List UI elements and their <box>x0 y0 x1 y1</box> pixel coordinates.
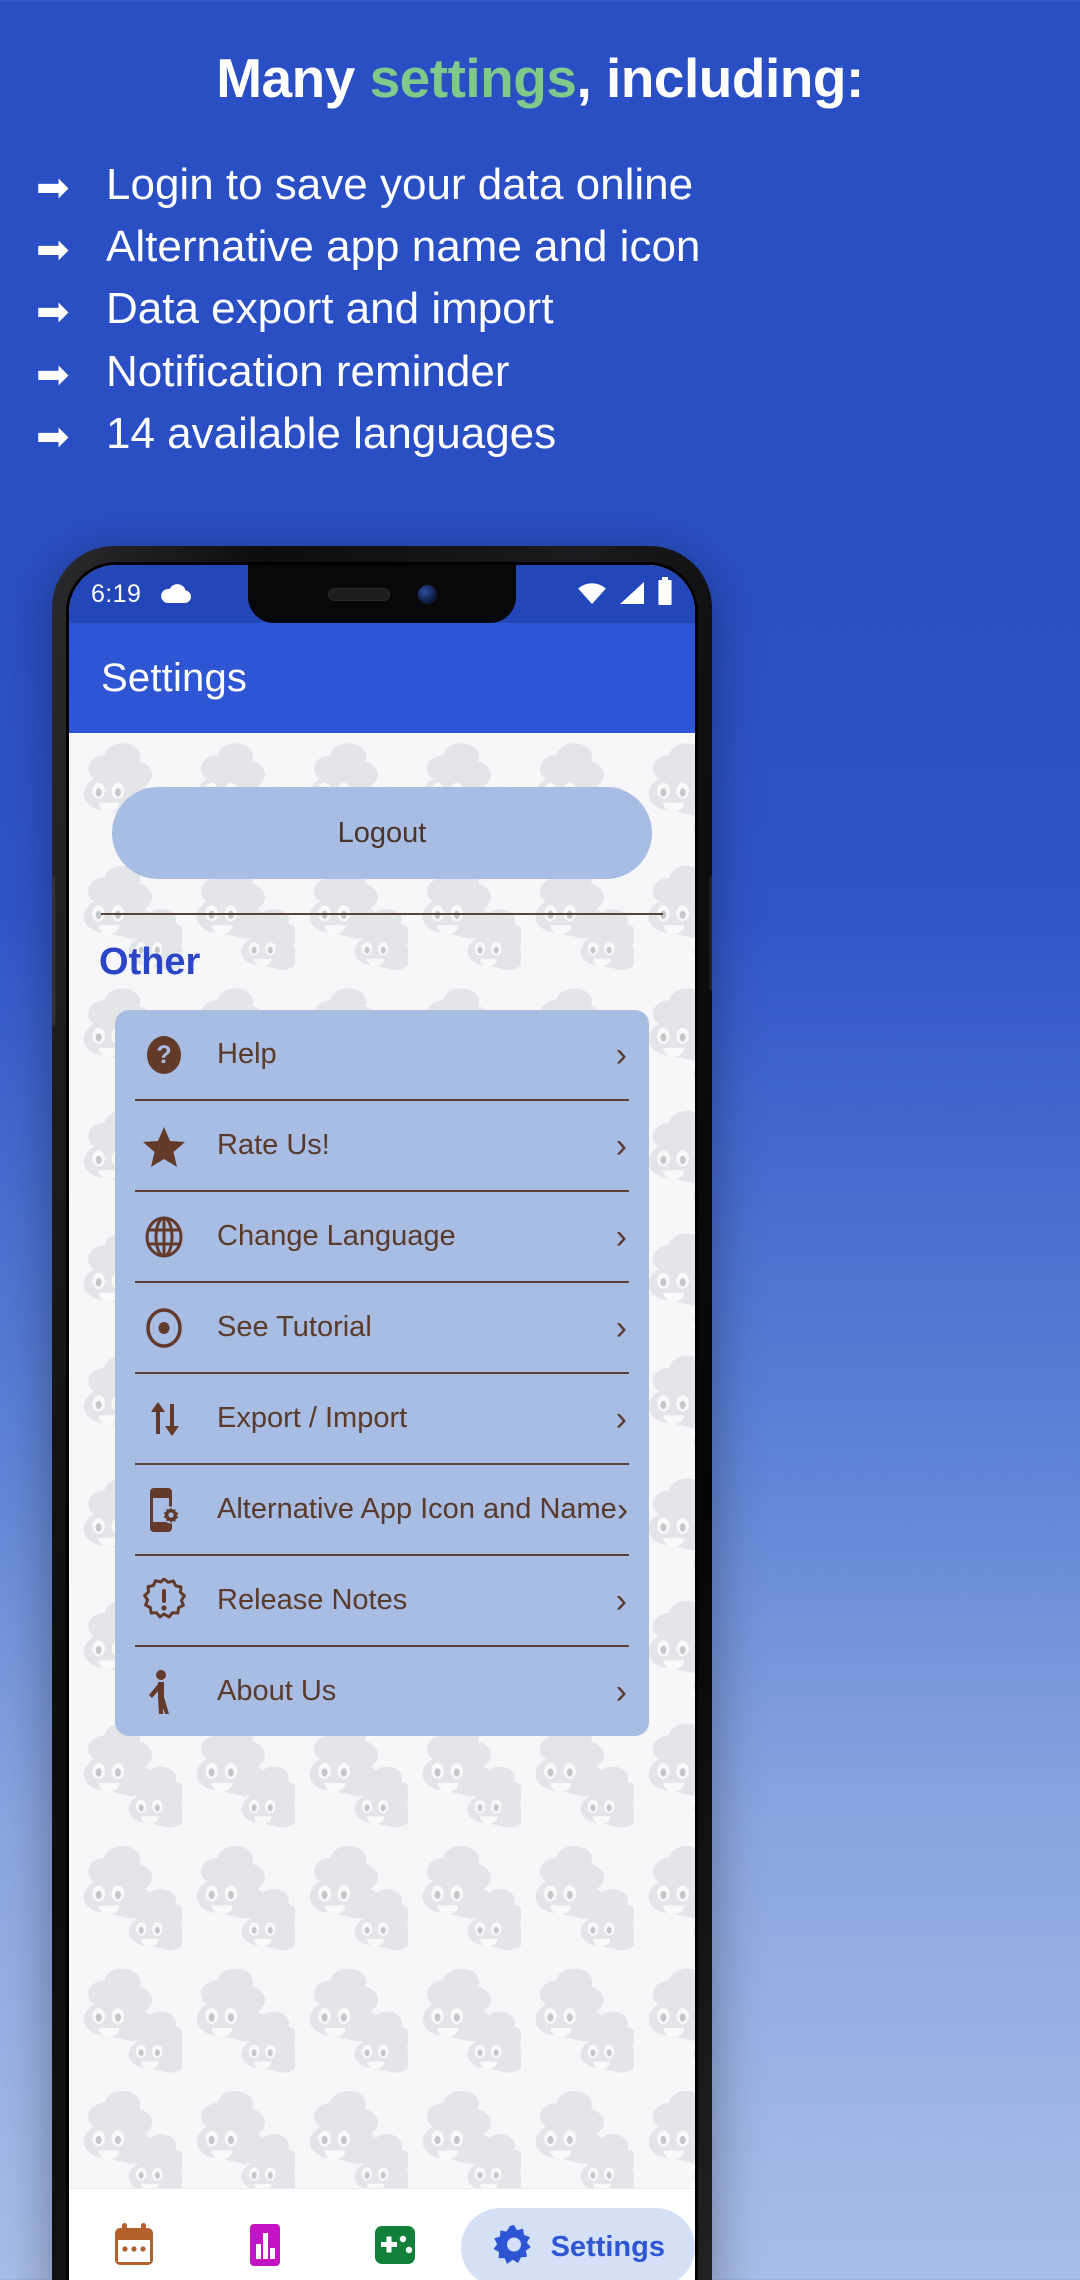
settings-row-about-us[interactable]: About Us › <box>115 1647 649 1736</box>
promo-title-post: , including: <box>576 47 864 109</box>
chevron-right-icon: › <box>615 1308 627 1347</box>
chevron-right-icon: › <box>615 1035 627 1074</box>
settings-row-alternative-app-icon[interactable]: Alternative App Icon and Name › <box>115 1465 649 1554</box>
promo-header: Many settings, including: ➡ Login to sav… <box>0 0 1080 472</box>
person-wave-icon <box>133 1668 195 1716</box>
chevron-right-icon: › <box>615 1217 627 1256</box>
settings-row-help[interactable]: ? Help › <box>115 1010 649 1099</box>
wifi-icon <box>577 581 607 610</box>
promo-item-label: Login to save your data online <box>106 159 694 209</box>
badge-alert-icon <box>133 1577 195 1624</box>
cloud-icon <box>159 583 193 605</box>
app-bar-title: Settings <box>101 655 248 700</box>
globe-icon <box>133 1215 195 1259</box>
calendar-icon <box>112 2222 156 2273</box>
help-circle-icon: ? <box>133 1034 195 1076</box>
game-dice-icon <box>372 2223 418 2272</box>
promo-title-highlight: settings <box>369 47 577 109</box>
settings-row-label: Export / Import <box>217 1402 408 1434</box>
nav-item-statistics[interactable] <box>200 2189 331 2280</box>
status-bar-icons <box>577 576 673 612</box>
section-divider <box>101 913 663 915</box>
nav-item-game[interactable] <box>330 2189 461 2280</box>
list-item: ➡ 14 available languages <box>36 409 1080 460</box>
bar-chart-icon <box>245 2222 285 2273</box>
settings-content: Logout Other ? Help › Rate Us! › Change … <box>69 787 695 1736</box>
promo-item-label: Notification reminder <box>106 346 510 396</box>
phone-mockup: 6:19 Settings Logout Other ? Help › Rate… <box>52 546 712 2280</box>
nav-item-label: Settings <box>550 2231 665 2263</box>
settings-row-label: See Tutorial <box>217 1311 372 1343</box>
settings-row-label: About Us <box>217 1675 337 1707</box>
bottom-navigation-bar: Settings <box>69 2188 695 2280</box>
section-title-other: Other <box>99 941 201 983</box>
settings-row-see-tutorial[interactable]: See Tutorial › <box>115 1283 649 1372</box>
phone-screen: 6:19 Settings Logout Other ? Help › Rate… <box>69 565 695 2280</box>
list-item: ➡ Data export and import <box>36 284 1080 335</box>
settings-row-label: Alternative App Icon and Name <box>217 1493 617 1525</box>
settings-row-label: Change Language <box>217 1220 456 1252</box>
settings-row-rate-us[interactable]: Rate Us! › <box>115 1101 649 1190</box>
status-bar-clock: 6:19 <box>91 579 142 608</box>
cell-signal-icon <box>618 581 646 610</box>
phone-bezel: 6:19 Settings Logout Other ? Help › Rate… <box>66 562 698 2280</box>
promo-item-label: Data export and import <box>106 284 554 334</box>
settings-row-export-import[interactable]: Export / Import › <box>115 1374 649 1463</box>
phone-notch <box>248 565 516 623</box>
power-button[interactable] <box>709 876 712 991</box>
up-down-arrows-icon <box>133 1396 195 1442</box>
settings-row-label: Help <box>217 1038 277 1070</box>
chevron-right-icon: › <box>615 1399 627 1438</box>
chevron-right-icon: › <box>615 1581 627 1620</box>
chevron-right-icon: › <box>615 1126 627 1165</box>
logout-button[interactable]: Logout <box>112 787 652 879</box>
app-bar: Settings <box>69 623 695 733</box>
settings-row-change-language[interactable]: Change Language › <box>115 1192 649 1281</box>
arrow-right-icon: ➡ <box>36 352 70 397</box>
nav-item-calendar[interactable] <box>69 2189 200 2280</box>
settings-row-label: Release Notes <box>217 1584 408 1616</box>
arrow-right-icon: ➡ <box>36 165 70 210</box>
chevron-right-icon: › <box>616 1490 629 1529</box>
nav-item-settings[interactable]: Settings <box>460 2189 695 2280</box>
settings-row-label: Rate Us! <box>217 1129 330 1161</box>
list-item: ➡ Login to save your data online <box>36 159 1080 210</box>
promo-item-label: 14 available languages <box>106 409 557 459</box>
promo-item-label: Alternative app name and icon <box>106 221 701 271</box>
nav-active-pill: Settings <box>460 2208 695 2280</box>
target-dot-icon <box>133 1306 195 1350</box>
promo-title-pre: Many <box>216 47 370 109</box>
settings-screen-body: Logout Other ? Help › Rate Us! › Change … <box>69 733 695 2280</box>
arrow-right-icon: ➡ <box>36 290 70 335</box>
settings-row-release-notes[interactable]: Release Notes › <box>115 1556 649 1645</box>
star-icon <box>133 1125 195 1167</box>
earpiece-speaker <box>327 587 390 601</box>
list-item: ➡ Alternative app name and icon <box>36 221 1080 272</box>
arrow-right-icon: ➡ <box>36 227 70 272</box>
front-camera <box>417 584 437 604</box>
battery-icon <box>657 576 673 610</box>
phone-gear-icon <box>133 1486 195 1534</box>
volume-button[interactable] <box>52 876 55 1026</box>
svg-text:?: ? <box>156 1041 171 1069</box>
logout-button-label: Logout <box>337 816 427 849</box>
settings-list-card: ? Help › Rate Us! › Change Language › Se… <box>115 1010 649 1736</box>
page-title: Many settings, including: <box>0 48 1080 109</box>
list-item: ➡ Notification reminder <box>36 346 1080 397</box>
promo-feature-list: ➡ Login to save your data online ➡ Alter… <box>0 159 1080 460</box>
chevron-right-icon: › <box>615 1672 627 1711</box>
arrow-right-icon: ➡ <box>36 415 70 460</box>
gear-icon <box>491 2222 537 2273</box>
